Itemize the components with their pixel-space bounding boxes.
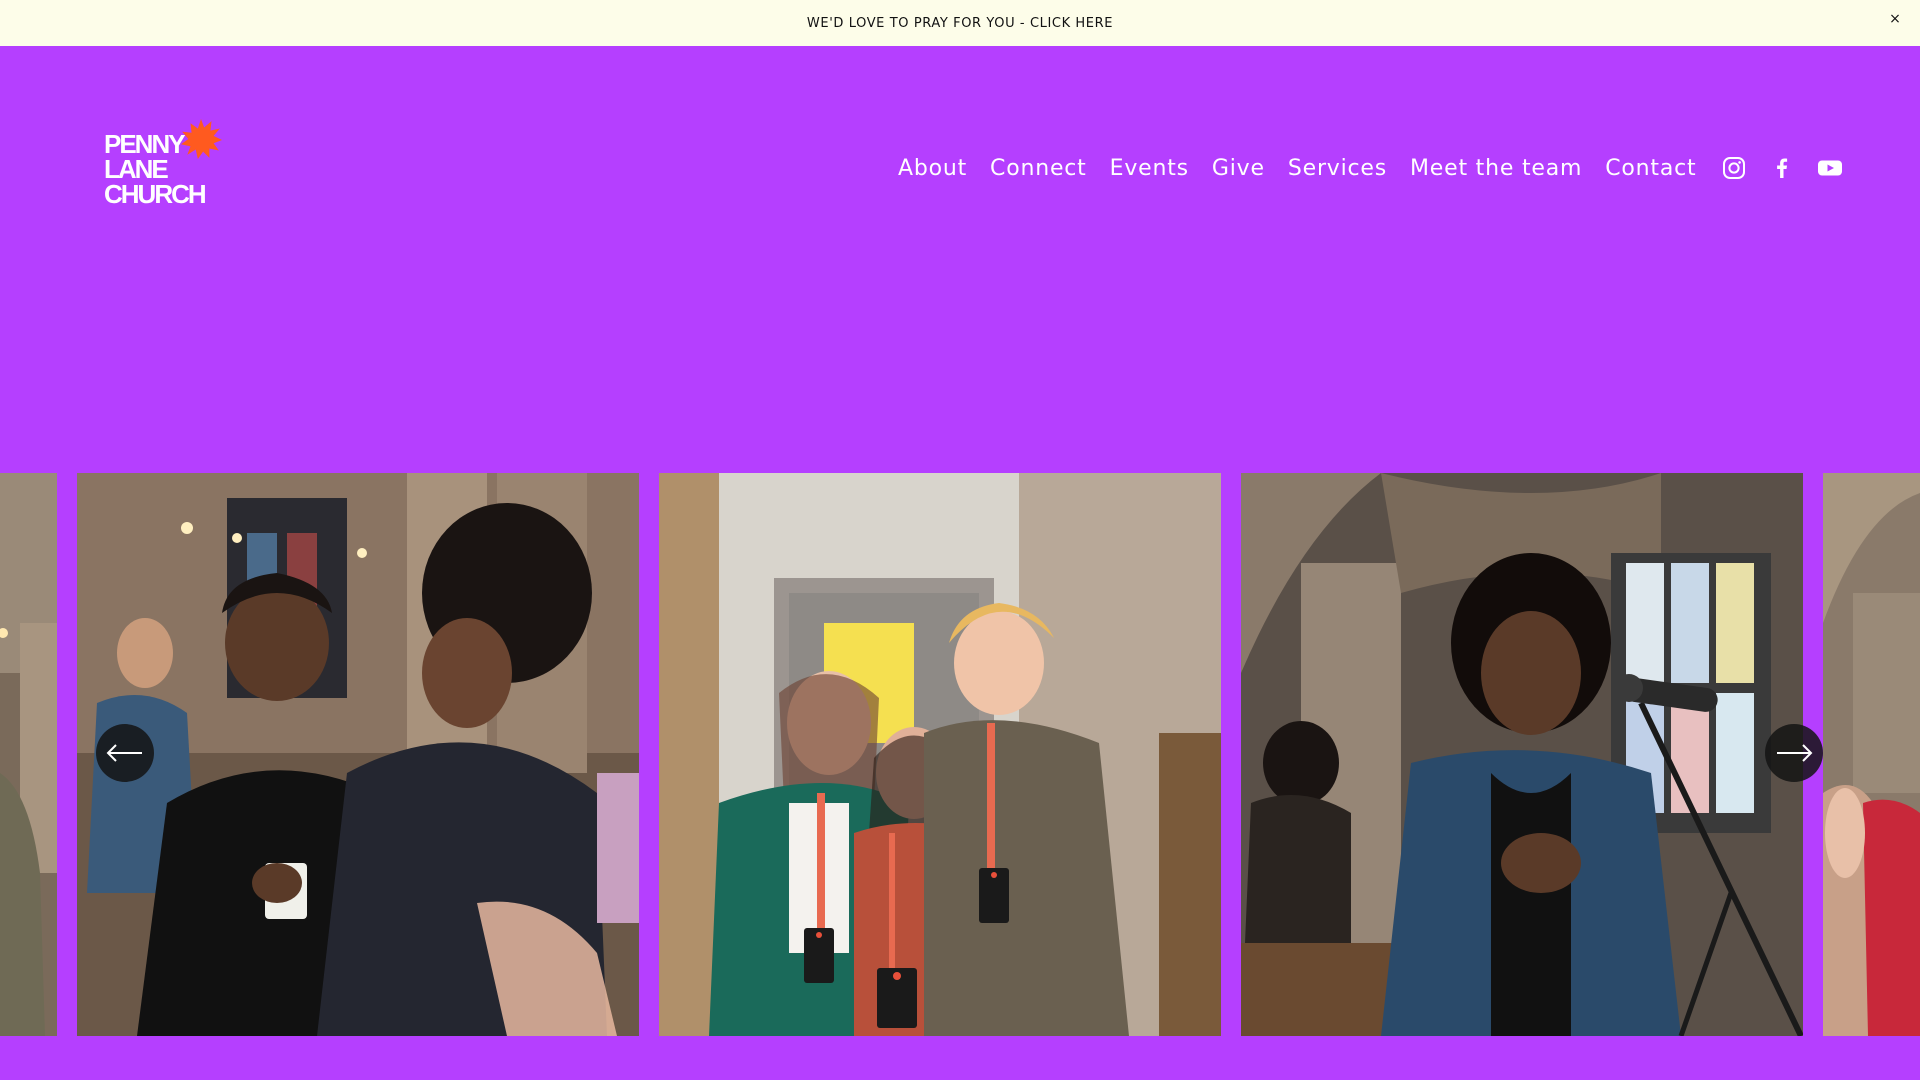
nav-item-connect[interactable]: Connect [990,156,1087,181]
photo-gallery [0,473,1920,1036]
gallery-next-button[interactable] [1765,724,1823,782]
site-logo[interactable]: PENNY LANE CHURCH [104,118,234,218]
gallery-photo [659,473,1221,1036]
announcement-bar: WE'D LOVE TO PRAY FOR YOU - CLICK HERE × [0,0,1920,46]
site-header: PENNY LANE CHURCH About Connect Events G… [0,46,1920,281]
nav-item-services[interactable]: Services [1288,156,1387,181]
youtube-icon [1818,160,1842,176]
instagram-link[interactable] [1720,154,1748,182]
logo-splat-icon [181,119,222,159]
facebook-icon [1777,158,1788,178]
nav-item-events[interactable]: Events [1110,156,1189,181]
gallery-photo [0,473,57,1036]
nav-item-meet-the-team[interactable]: Meet the team [1410,156,1582,181]
gallery-slide-partial-left[interactable] [0,473,57,1036]
instagram-icon [1723,157,1745,179]
arrow-left-icon [106,744,142,762]
arrow-right-icon [1777,744,1813,762]
nav-item-about[interactable]: About [898,156,967,181]
main-nav: About Connect Events Give Services Meet … [898,150,1696,186]
gallery-slide-woman-singing[interactable] [1241,473,1803,1036]
nav-item-contact[interactable]: Contact [1605,156,1696,181]
gallery-photo [1823,473,1920,1036]
social-links [1720,150,1844,186]
close-announcement-button[interactable]: × [1884,8,1906,30]
gallery-slide-two-men-laughing[interactable] [77,473,639,1036]
gallery-photo [77,473,639,1036]
gallery-prev-button[interactable] [96,724,154,782]
gallery-slide-three-team-members[interactable] [659,473,1221,1036]
youtube-link[interactable] [1816,154,1844,182]
gallery-slide-partial-right[interactable] [1823,473,1920,1036]
facebook-link[interactable] [1768,154,1796,182]
prayer-request-link[interactable]: WE'D LOVE TO PRAY FOR YOU - CLICK HERE [807,16,1113,31]
gallery-photo [1241,473,1803,1036]
nav-item-give[interactable]: Give [1212,156,1265,181]
